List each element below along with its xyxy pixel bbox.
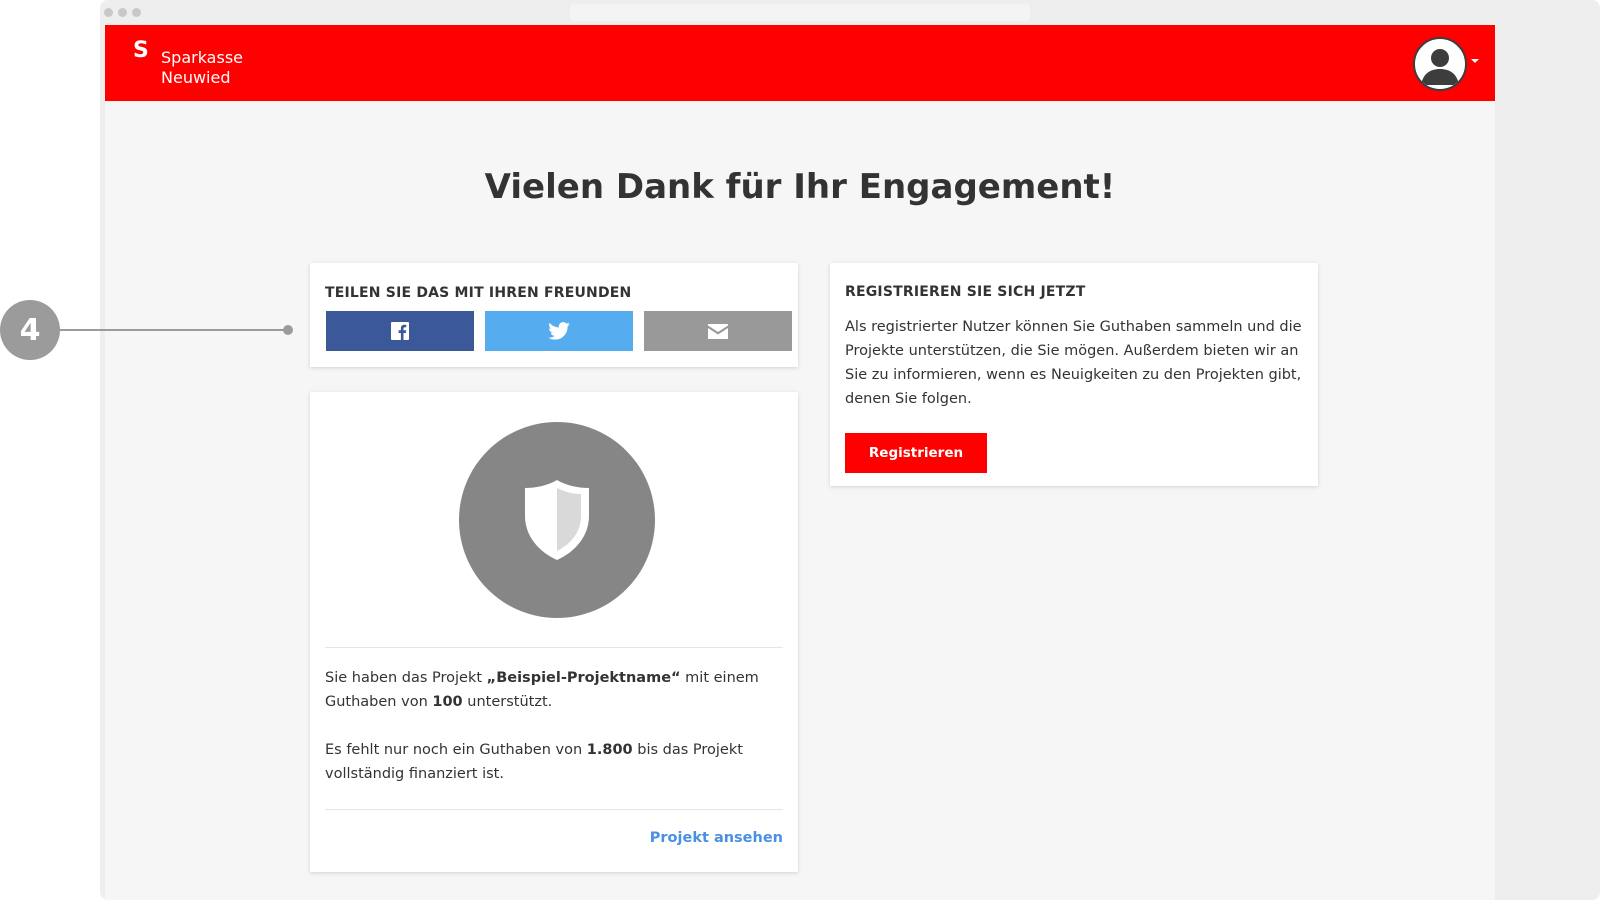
facebook-icon <box>391 322 409 340</box>
callout-line <box>58 329 286 331</box>
user-avatar-icon <box>1421 49 1459 85</box>
top-header: S Sparkasse Neuwied <box>105 25 1495 101</box>
share-email-button[interactable] <box>644 311 792 351</box>
logo-text-line1: Sparkasse <box>161 48 243 67</box>
shield-icon <box>525 480 589 560</box>
callout-dot <box>283 325 293 335</box>
logo-text-line2: Neuwied <box>161 68 231 87</box>
address-bar[interactable] <box>570 4 1030 21</box>
support-amount: 100 <box>432 694 463 710</box>
app-viewport: S Sparkasse Neuwied Vielen Dank für Ihr … <box>105 25 1495 900</box>
user-avatar-button[interactable] <box>1413 37 1467 91</box>
share-twitter-button[interactable] <box>485 311 633 351</box>
callout-badge: 4 <box>0 300 60 360</box>
window-dot-icon[interactable] <box>104 8 113 17</box>
support-summary: Sie haben das Projekt „Beispiel-Projektn… <box>325 666 783 714</box>
twitter-icon <box>548 322 570 340</box>
register-description: Als registrierter Nutzer können Sie Guth… <box>845 319 1302 407</box>
support-text: Sie haben das Projekt <box>325 670 487 686</box>
project-card: Sie haben das Projekt „Beispiel-Projektn… <box>310 392 798 872</box>
register-card: REGISTRIEREN SIE SICH JETZT Als registri… <box>830 263 1318 486</box>
share-facebook-button[interactable] <box>326 311 474 351</box>
share-heading: TEILEN SIE DAS MIT IHREN FREUNDEN <box>325 285 632 301</box>
window-dot-icon[interactable] <box>118 8 127 17</box>
share-card: TEILEN SIE DAS MIT IHREN FREUNDEN <box>310 263 798 367</box>
project-badge <box>459 422 655 618</box>
remaining-amount: 1.800 <box>586 742 633 758</box>
mail-icon <box>708 323 728 339</box>
project-name: „Beispiel-Projektname“ <box>486 670 681 686</box>
chevron-down-icon[interactable] <box>1471 59 1479 63</box>
register-button[interactable]: Registrieren <box>845 433 987 473</box>
browser-toolbar <box>100 0 1500 25</box>
window-dot-icon[interactable] <box>132 8 141 17</box>
page-title: Vielen Dank für Ihr Engagement! <box>484 167 1116 207</box>
sparkasse-logo[interactable]: S Sparkasse Neuwied <box>133 39 243 89</box>
sparkasse-s-icon: S <box>133 38 149 63</box>
divider <box>325 809 783 810</box>
register-heading: REGISTRIEREN SIE SICH JETZT <box>845 284 1086 300</box>
view-project-link[interactable]: Projekt ansehen <box>650 830 783 846</box>
support-text: unterstützt. <box>462 694 553 710</box>
funding-remaining: Es fehlt nur noch ein Guthaben von 1.800… <box>325 738 783 786</box>
funding-text: Es fehlt nur noch ein Guthaben von <box>325 742 587 758</box>
divider <box>325 647 783 648</box>
